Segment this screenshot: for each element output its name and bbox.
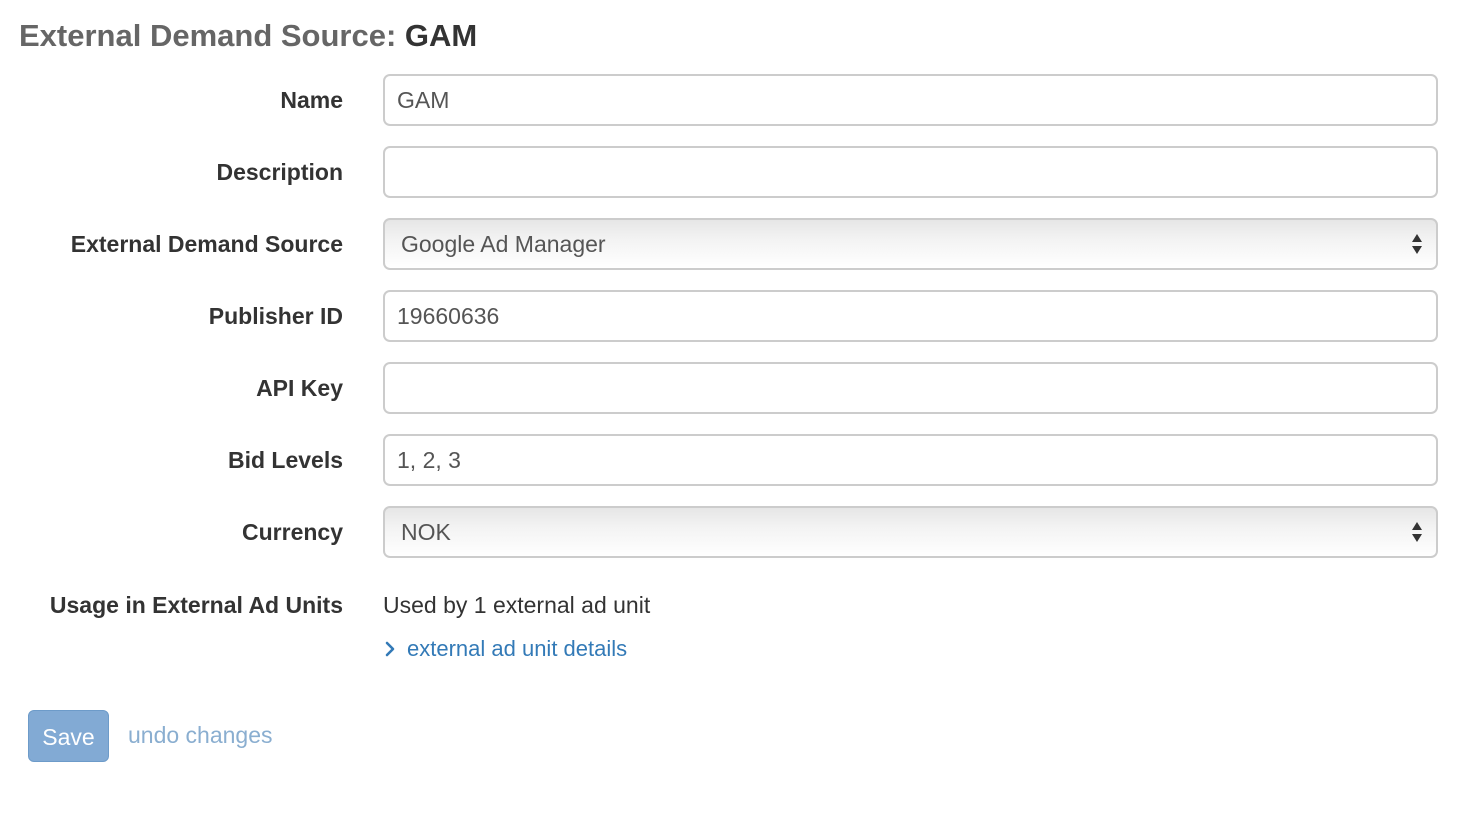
undo-changes-link[interactable]: undo changes — [128, 715, 273, 755]
api-key-label: API Key — [256, 375, 343, 401]
select-arrows-icon — [1412, 234, 1422, 254]
currency-label: Currency — [242, 519, 343, 545]
description-label: Description — [216, 159, 343, 185]
publisher-id-label: Publisher ID — [208, 303, 343, 329]
api-key-input[interactable] — [383, 362, 1438, 414]
save-button[interactable]: Save — [28, 710, 109, 762]
form-row-description: Description — [0, 146, 1466, 198]
form-row-external-demand-source: External Demand Source Google Ad Manager — [0, 218, 1466, 270]
form-row-publisher-id: Publisher ID — [0, 290, 1466, 342]
external-demand-source-selected: Google Ad Manager — [401, 231, 606, 257]
external-ad-unit-details-link[interactable]: external ad unit details — [383, 634, 627, 664]
name-label: Name — [280, 87, 343, 113]
page-title: External Demand Source: GAM — [19, 16, 477, 56]
description-input[interactable] — [383, 146, 1438, 198]
bid-levels-input[interactable] — [383, 434, 1438, 486]
currency-select[interactable]: NOK — [383, 506, 1438, 558]
form-row-usage: Usage in External Ad Units Used by 1 ext… — [0, 585, 1466, 625]
chevron-right-icon — [385, 641, 395, 657]
page-title-prefix: External Demand Source: — [19, 18, 397, 53]
currency-selected: NOK — [401, 519, 451, 545]
form-row-api-key: API Key — [0, 362, 1466, 414]
external-demand-source-label: External Demand Source — [70, 231, 343, 257]
form-row-name: Name — [0, 74, 1466, 126]
usage-label: Usage in External Ad Units — [49, 592, 343, 618]
form-row-currency: Currency NOK — [0, 506, 1466, 558]
form-row-bid-levels: Bid Levels — [0, 434, 1466, 486]
usage-text: Used by 1 external ad unit — [383, 592, 651, 618]
select-arrows-icon — [1412, 522, 1422, 542]
page-title-value: GAM — [404, 18, 478, 53]
name-input[interactable] — [383, 74, 1438, 126]
details-link-label: external ad unit details — [407, 636, 628, 661]
publisher-id-input[interactable] — [383, 290, 1438, 342]
external-demand-source-select[interactable]: Google Ad Manager — [383, 218, 1438, 270]
bid-levels-label: Bid Levels — [227, 447, 343, 473]
